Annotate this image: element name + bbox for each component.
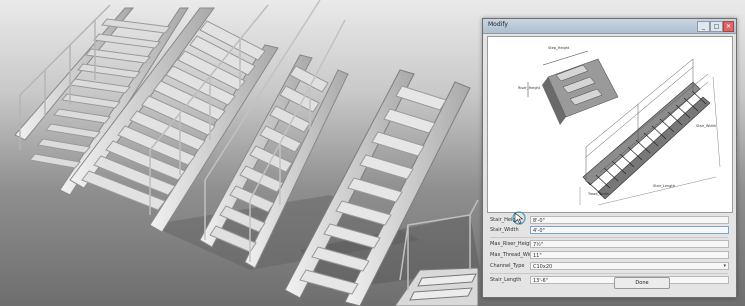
param-row: Max_Thread_Width 11": [487, 251, 731, 260]
maximize-button[interactable]: □: [710, 21, 723, 32]
dim-label-length: Stair_Length: [653, 184, 675, 188]
divider: [490, 237, 728, 238]
param-value: 4'-0": [533, 228, 545, 234]
dim-label-step: Step_Height: [548, 46, 570, 50]
max-thread-width-field[interactable]: 11": [530, 251, 729, 259]
param-label: Channel_Type: [490, 263, 525, 269]
done-button[interactable]: Done: [614, 277, 670, 289]
param-row: Stair_Length 13'-6": [487, 276, 731, 285]
stair-diagram: Riser_Height Step_Height Tread_Width Sta…: [518, 46, 721, 206]
param-label: Stair_Length: [490, 277, 522, 283]
param-label: Stair_Width: [490, 227, 519, 233]
close-button[interactable]: ✕: [723, 21, 734, 32]
param-row: Stair_Width 4'-0": [487, 226, 731, 235]
chevron-down-icon[interactable]: ▾: [723, 263, 726, 269]
dialog-titlebar[interactable]: Modify _ □ ✕: [483, 19, 736, 34]
riser-detail: [527, 50, 619, 125]
stair-width-field[interactable]: 4'-0": [530, 226, 729, 234]
channel-type-dropdown[interactable]: C10x20 ▾: [530, 262, 729, 270]
param-row: Max_Riser_Height 7½": [487, 240, 731, 249]
dim-label-width: Stair_Width: [696, 124, 716, 128]
stair-height-field[interactable]: 8'-0": [530, 216, 729, 224]
param-value: 7½": [533, 242, 544, 248]
minimize-button[interactable]: _: [697, 21, 710, 32]
dim-label-riser: Riser_Height: [518, 86, 541, 90]
screen: Modify _ □ ✕ Riser_Height Step_Height Tr…: [0, 0, 745, 306]
dim-label-tread: Tread_Width: [587, 192, 609, 196]
param-value: 11": [533, 253, 542, 259]
max-riser-height-field[interactable]: 7½": [530, 240, 729, 248]
param-value: 13'-6": [533, 278, 549, 284]
param-value: C10x20: [533, 264, 553, 270]
param-label: Max_Riser_Height: [490, 241, 535, 247]
param-row: Channel_Type C10x20 ▾: [487, 262, 731, 271]
arrow-cursor-icon: [512, 211, 526, 225]
dialog-title: Modify: [488, 21, 508, 28]
param-value: 8'-0": [533, 218, 545, 224]
divider: [490, 273, 728, 274]
stair-preview-image: Riser_Height Step_Height Tread_Width Sta…: [487, 36, 733, 213]
modify-dialog: Modify _ □ ✕ Riser_Height Step_Height Tr…: [482, 18, 737, 298]
